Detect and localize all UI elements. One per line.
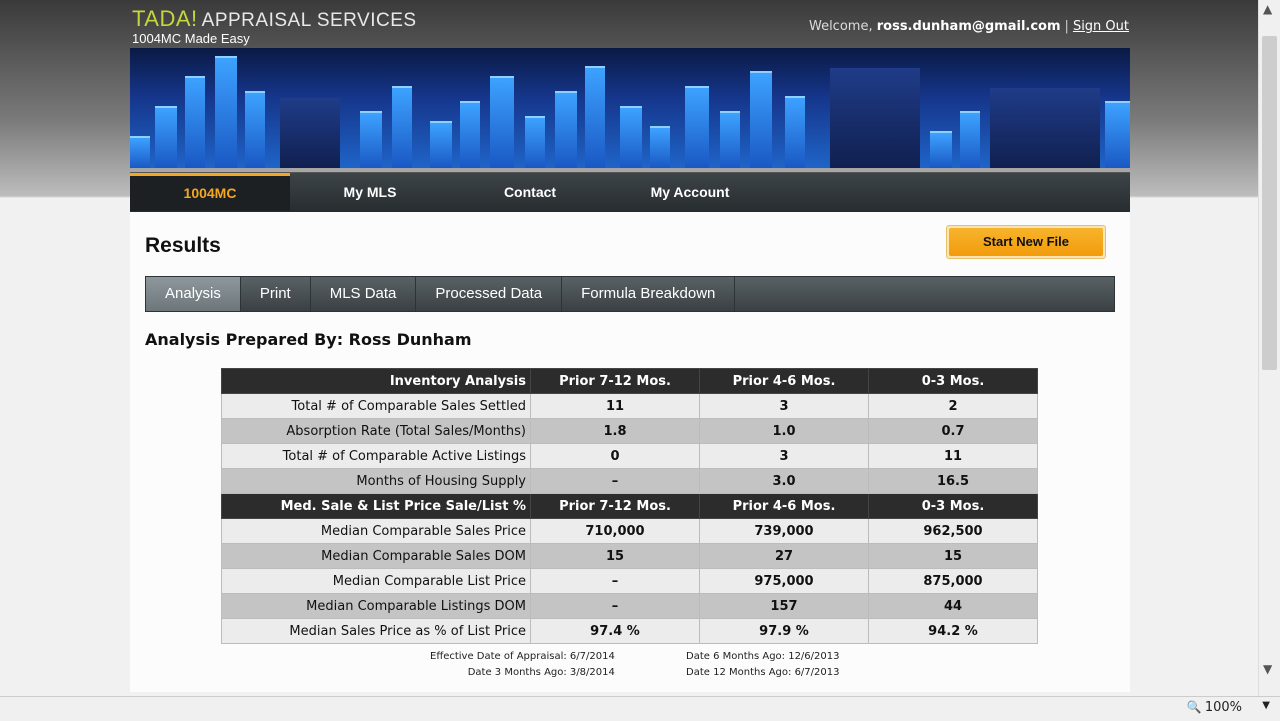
date-12-months: Date 12 Months Ago: 6/7/2013 (686, 667, 840, 678)
row-label: Months of Housing Supply (221, 468, 531, 494)
row-label: Median Comparable Sales Price (221, 518, 531, 544)
tab-mls-data[interactable]: MLS Data (311, 277, 417, 311)
row-label: Median Comparable Sales DOM (221, 543, 531, 569)
cell-value: 0.7 (868, 418, 1038, 444)
cell-value: 44 (868, 593, 1038, 619)
cell-value: 97.4 % (530, 618, 700, 644)
cell-value: 710,000 (530, 518, 700, 544)
table-row: Months of Housing Supply – 3.0 16.5 (221, 468, 1038, 494)
dates-left: Effective Date of Appraisal: 6/7/2014 Da… (430, 649, 615, 681)
tab-processed-data[interactable]: Processed Data (416, 277, 563, 311)
table-row: Absorption Rate (Total Sales/Months) 1.8… (221, 418, 1038, 444)
cell-value: 157 (699, 593, 869, 619)
sign-out-link[interactable]: Sign Out (1073, 19, 1129, 34)
row-label: Total # of Comparable Active Listings (221, 443, 531, 469)
brand-tagline: 1004MC Made Easy (132, 31, 250, 46)
cell-value: 16.5 (868, 468, 1038, 494)
cell-value: 11 (868, 443, 1038, 469)
cell-value: 975,000 (699, 568, 869, 594)
cell-value: 3 (699, 443, 869, 469)
welcome-area: Welcome, ross.dunham@gmail.com | Sign Out (809, 19, 1129, 34)
table-row: Median Comparable Sales Price 710,000 73… (221, 518, 1038, 544)
cell-value: 94.2 % (868, 618, 1038, 644)
cell-value: – (530, 568, 700, 594)
cell-value: 2 (868, 393, 1038, 419)
cell-value: 3.0 (699, 468, 869, 494)
date-3-months: Date 3 Months Ago: 3/8/2014 (467, 667, 615, 678)
nav-item-1004mc[interactable]: 1004MC (130, 173, 290, 211)
cell-value: 27 (699, 543, 869, 569)
row-label: Total # of Comparable Sales Settled (221, 393, 531, 419)
cell-value: 1.8 (530, 418, 700, 444)
tab-analysis[interactable]: Analysis (146, 277, 241, 311)
zoom-icon: 🔍 (1186, 700, 1202, 714)
inventory-header-row: Inventory Analysis Prior 7-12 Mos. Prior… (221, 368, 1038, 394)
header-banner-image (130, 48, 1130, 168)
table-row: Median Comparable Listings DOM – 157 44 (221, 593, 1038, 619)
nav-item-my-account[interactable]: My Account (610, 173, 770, 211)
header-cell: Inventory Analysis (221, 368, 531, 394)
cell-value: – (530, 593, 700, 619)
brand-logo: TADA! APPRAISAL SERVICES (132, 6, 417, 32)
brand-tada: TADA! (132, 6, 198, 31)
page-title: Results (145, 234, 221, 257)
table-row: Median Comparable List Price – 975,000 8… (221, 568, 1038, 594)
cell-value: 0 (530, 443, 700, 469)
chevron-down-icon[interactable]: ▼ (1262, 700, 1270, 711)
row-label: Absorption Rate (Total Sales/Months) (221, 418, 531, 444)
header-cell: 0-3 Mos. (868, 368, 1038, 394)
row-label: Median Comparable List Price (221, 568, 531, 594)
analysis-table: Inventory Analysis Prior 7-12 Mos. Prior… (221, 368, 1038, 644)
median-header-row: Med. Sale & List Price Sale/List % Prior… (221, 493, 1038, 519)
table-row: Median Sales Price as % of List Price 97… (221, 618, 1038, 644)
cell-value: 739,000 (699, 518, 869, 544)
browser-status-bar: 🔍 100% ▼ (0, 696, 1280, 721)
row-label: Median Comparable Listings DOM (221, 593, 531, 619)
table-row: Median Comparable Sales DOM 15 27 15 (221, 543, 1038, 569)
dates-right: Date 6 Months Ago: 12/6/2013 Date 12 Mon… (686, 649, 839, 681)
nav-item-my-mls[interactable]: My MLS (290, 173, 450, 211)
vertical-scrollbar[interactable]: ▲ ▼ (1258, 0, 1280, 696)
cell-value: 15 (530, 543, 700, 569)
header-cell: Prior 7-12 Mos. (530, 368, 700, 394)
header-cell: Prior 4-6 Mos. (699, 493, 869, 519)
header-cell: Prior 4-6 Mos. (699, 368, 869, 394)
nav-item-contact[interactable]: Contact (450, 173, 610, 211)
tab-print[interactable]: Print (241, 277, 311, 311)
cell-value: – (530, 468, 700, 494)
cell-value: 962,500 (868, 518, 1038, 544)
zoom-level: 100% (1204, 700, 1242, 715)
header-cell: Prior 7-12 Mos. (530, 493, 700, 519)
scroll-up-icon[interactable]: ▲ (1263, 2, 1272, 16)
user-email: ross.dunham@gmail.com (876, 19, 1061, 34)
header-cell: Med. Sale & List Price Sale/List % (221, 493, 531, 519)
cell-value: 875,000 (868, 568, 1038, 594)
zoom-control[interactable]: 🔍 100% (1187, 700, 1242, 715)
results-tabs: Analysis Print MLS Data Processed Data F… (145, 276, 1115, 312)
cell-value: 97.9 % (699, 618, 869, 644)
scrollbar-thumb[interactable] (1262, 36, 1277, 370)
start-new-file-button[interactable]: Start New File (946, 225, 1106, 259)
welcome-label: Welcome, (808, 19, 873, 34)
date-6-months: Date 6 Months Ago: 12/6/2013 (686, 651, 840, 662)
brand-name: APPRAISAL SERVICES (201, 10, 417, 31)
start-new-file-label: Start New File (949, 228, 1103, 256)
cell-value: 11 (530, 393, 700, 419)
effective-date: Effective Date of Appraisal: 6/7/2014 (430, 651, 615, 662)
prepared-by: Analysis Prepared By: Ross Dunham (145, 330, 472, 349)
table-row: Total # of Comparable Active Listings 0 … (221, 443, 1038, 469)
header-cell: 0-3 Mos. (868, 493, 1038, 519)
main-nav: 1004MC My MLS Contact My Account (130, 172, 1130, 213)
cell-value: 15 (868, 543, 1038, 569)
cell-value: 1.0 (699, 418, 869, 444)
row-label: Median Sales Price as % of List Price (221, 618, 531, 644)
separator: | (1064, 19, 1069, 34)
scroll-down-icon[interactable]: ▼ (1263, 662, 1272, 676)
results-panel: Results Start New File Analysis Print ML… (130, 212, 1130, 692)
table-row: Total # of Comparable Sales Settled 11 3… (221, 393, 1038, 419)
tab-formula-breakdown[interactable]: Formula Breakdown (562, 277, 736, 311)
cell-value: 3 (699, 393, 869, 419)
